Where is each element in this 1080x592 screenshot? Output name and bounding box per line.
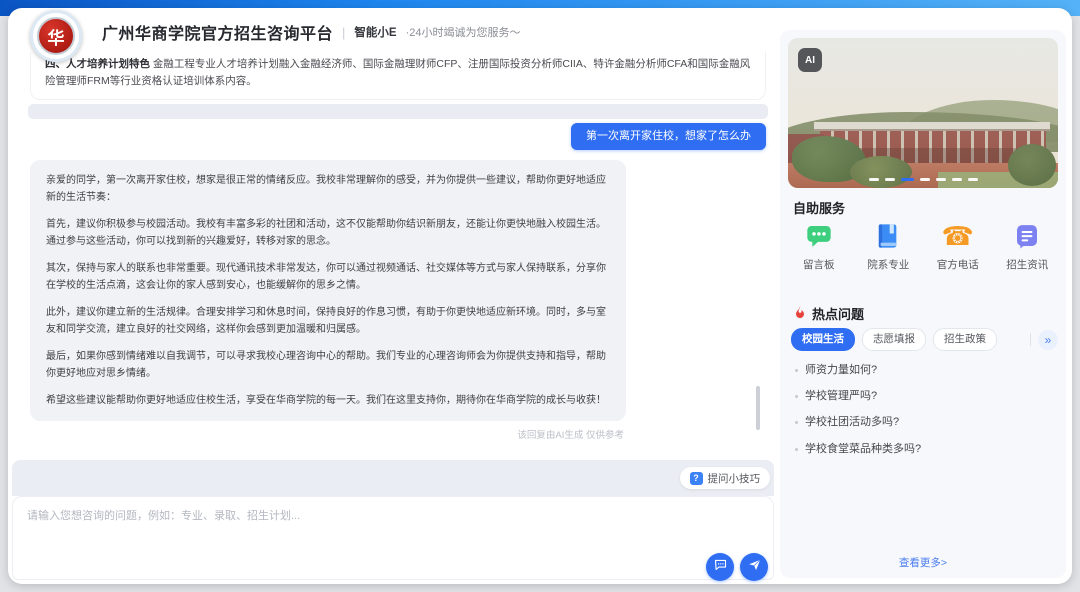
carousel-dot[interactable] xyxy=(936,178,946,182)
service-item-label: 院系专业 xyxy=(857,257,919,272)
campus-photo-carousel[interactable]: AI xyxy=(788,38,1058,188)
hot-question-item[interactable]: 学校管理严吗? xyxy=(795,390,1056,403)
header-separator: | xyxy=(342,25,345,40)
answer-paragraph: 希望这些建议能帮助你更好地适应住校生活，享受在华商学院的每一天。我们在这里支持你… xyxy=(46,392,610,409)
photo-haze-overlay xyxy=(788,38,1058,188)
carousel-dot[interactable] xyxy=(885,178,895,182)
ai-answer-block: 亲爱的同学，第一次离开家住校，想家是很正常的情绪反应。我校非常理解你的感受，并为… xyxy=(30,160,626,441)
answer-paragraph: 其次，保持与家人的联系也非常重要。现代通讯技术非常发达，你可以通过视频通话、社交… xyxy=(46,260,610,294)
header: 广州华商学院官方招生咨询平台 | 智能小E ·24小时竭诚为您服务～ xyxy=(102,8,520,56)
sidebar-panel: AI 自助服务 留言板 xyxy=(780,30,1066,578)
tabs-divider xyxy=(1030,333,1031,346)
school-emblem-icon: 华 xyxy=(37,17,75,55)
service-item-label: 招生资讯 xyxy=(996,257,1058,272)
carousel-dots xyxy=(788,178,1058,182)
carousel-dot[interactable] xyxy=(968,178,978,182)
carousel-dot[interactable] xyxy=(952,178,962,182)
hot-question-item[interactable]: 师资力量如何? xyxy=(795,364,1056,377)
message-board-icon xyxy=(788,220,850,252)
tab-admission-policy[interactable]: 招生政策 xyxy=(933,328,997,351)
ask-tips-label: 提问小技巧 xyxy=(708,471,761,486)
page: 华 广州华商学院官方招生咨询平台 | 智能小E ·24小时竭诚为您服务～ 四、人… xyxy=(0,0,1080,592)
ai-message-partial-text: 金融工程专业人才培养计划融入金融经济师、国际金融理财师CFP、注册国际投资分析师… xyxy=(45,58,750,87)
book-icon xyxy=(857,220,919,252)
ai-message-bubble: 亲爱的同学，第一次离开家住校，想家是很正常的情绪反应。我校非常理解你的感受，并为… xyxy=(30,160,626,421)
flame-icon xyxy=(793,305,807,322)
hot-question-item[interactable]: 学校社团活动多吗? xyxy=(795,416,1056,429)
self-service-row: 留言板 院系专业 ☎ 官方电话 招生资讯 xyxy=(784,220,1062,272)
chevron-double-right-icon[interactable]: » xyxy=(1038,330,1058,350)
message-input[interactable] xyxy=(13,497,763,535)
service-item-message-board[interactable]: 留言板 xyxy=(788,220,850,272)
view-more-link[interactable]: 查看更多> xyxy=(780,555,1066,570)
bot-name: 智能小E xyxy=(354,24,396,40)
service-item-official-phone[interactable]: ☎ 官方电话 xyxy=(927,220,989,272)
send-button[interactable] xyxy=(740,553,768,581)
collapsed-message-band xyxy=(28,104,768,119)
service-item-label: 留言板 xyxy=(788,257,850,272)
hot-question-item[interactable]: 学校食堂菜品种类多吗? xyxy=(795,443,1056,456)
ask-tips-button[interactable]: ? 提问小技巧 xyxy=(680,467,771,489)
tab-campus-life[interactable]: 校园生活 xyxy=(791,328,855,351)
carousel-dot[interactable] xyxy=(920,178,930,182)
document-icon xyxy=(996,220,1058,252)
answer-paragraph: 首先，建议你积极参与校园活动。我校有丰富多彩的社团和活动，这不仅能帮助你结识新朋… xyxy=(46,216,610,250)
tab-application[interactable]: 志愿填报 xyxy=(862,328,926,351)
hot-topic-tabs: 校园生活 志愿填报 招生政策 » xyxy=(791,328,1058,351)
carousel-dot[interactable] xyxy=(869,178,879,182)
hot-topics-title: 热点问题 xyxy=(793,304,864,323)
hot-question-list: 师资力量如何? 学校管理严吗? 学校社团活动多吗? 学校食堂菜品种类多吗? xyxy=(795,364,1056,469)
answer-paragraph: 此外，建议你建立新的生活规律。合理安排学习和休息时间，保持良好的作息习惯，有助于… xyxy=(46,304,610,338)
user-message-bubble: 第一次离开家住校，想家了怎么办 xyxy=(571,123,766,150)
carousel-dot-active[interactable] xyxy=(901,178,914,182)
ai-disclaimer: 该回复由AI生成 仅供参考 xyxy=(30,427,626,441)
hot-topics-label: 热点问题 xyxy=(812,304,864,323)
header-tagline: ·24小时竭诚为您服务～ xyxy=(406,24,521,40)
self-service-title: 自助服务 xyxy=(793,198,845,217)
input-top-band xyxy=(12,460,774,496)
message-dots-icon xyxy=(713,557,728,577)
service-item-departments[interactable]: 院系专业 xyxy=(857,220,919,272)
answer-paragraph: 亲爱的同学，第一次离开家住校，想家是很正常的情绪反应。我校非常理解你的感受，并为… xyxy=(46,172,610,206)
question-mark-icon: ? xyxy=(690,472,703,485)
school-logo: 华 xyxy=(30,10,82,62)
chat-scrollbar-thumb[interactable] xyxy=(756,386,760,430)
ai-badge: AI xyxy=(798,48,822,72)
answer-paragraph: 最后，如果你感到情绪难以自我调节，可以寻求我校心理咨询中心的帮助。我们专业的心理… xyxy=(46,348,610,382)
paper-plane-icon xyxy=(747,557,762,577)
page-title: 广州华商学院官方招生咨询平台 xyxy=(102,20,333,44)
service-item-label: 官方电话 xyxy=(927,257,989,272)
ai-message-partial: 四、人才培养计划特色 金融工程专业人才培养计划融入金融经济师、国际金融理财师CF… xyxy=(30,52,766,100)
service-item-admission-news[interactable]: 招生资讯 xyxy=(996,220,1058,272)
history-chat-button[interactable] xyxy=(706,553,734,581)
phone-icon: ☎ xyxy=(927,220,989,252)
message-input-area xyxy=(12,496,774,580)
main-card: 华 广州华商学院官方招生咨询平台 | 智能小E ·24小时竭诚为您服务～ 四、人… xyxy=(8,8,1072,584)
